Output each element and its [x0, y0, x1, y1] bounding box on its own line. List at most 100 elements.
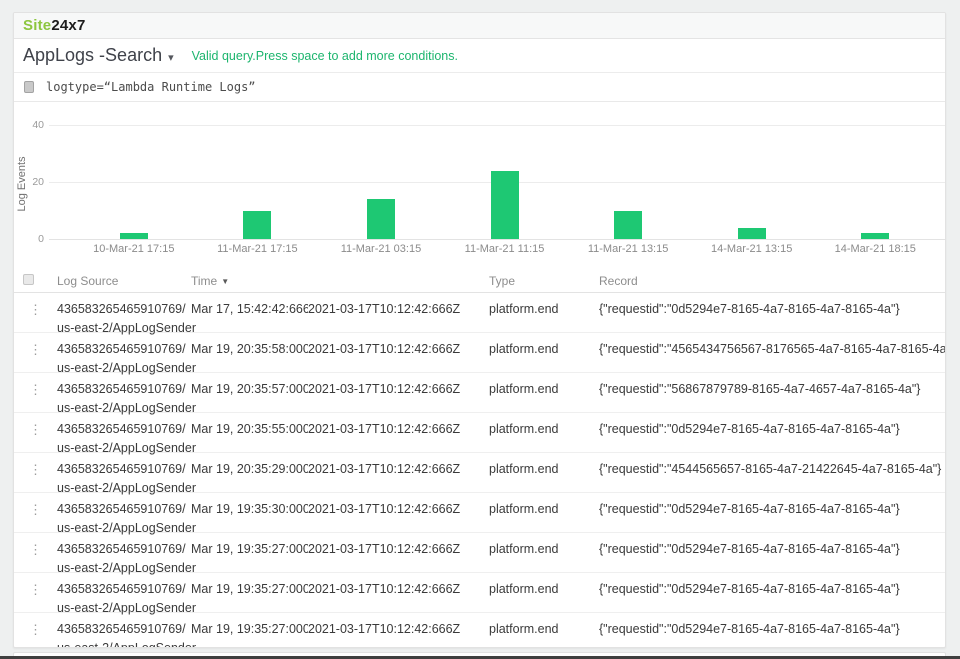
y-tick-20: 20 [14, 176, 44, 188]
x-tick-label: 11-Mar-21 13:15 [566, 243, 690, 255]
table-row[interactable]: ⋮436583265465910769/us-east-2/AppLogSend… [14, 413, 945, 453]
bar-slot [443, 125, 567, 239]
log-events-bar[interactable] [614, 211, 642, 240]
time-iso-cell: 2021-03-17T10:12:42:666Z [308, 293, 489, 338]
type-cell: platform.end [489, 293, 599, 338]
page-title: AppLogs -Search [23, 45, 162, 66]
x-tick-label: 11-Mar-21 11:15 [443, 243, 567, 255]
record-cell: {"requestid":"0d5294e7-8165-4a7-8165-4a7… [599, 533, 945, 578]
table-row[interactable]: ⋮436583265465910769/us-east-2/AppLogSend… [14, 373, 945, 413]
x-tick-label: 10-Mar-21 17:15 [72, 243, 196, 255]
log-events-chart: Log Events 02040 10-Mar-21 17:1511-Mar-2… [14, 102, 945, 269]
bar-slot [72, 125, 196, 239]
time-iso-cell: 2021-03-17T10:12:42:666Z [308, 573, 489, 618]
time-iso-cell: 2021-03-17T10:12:42:666Z [308, 613, 489, 648]
type-cell: platform.end [489, 453, 599, 498]
select-all-checkbox[interactable] [23, 274, 34, 285]
main-panel: Site24x7 AppLogs -Search ▾ Valid query.P… [13, 12, 946, 648]
type-cell: platform.end [489, 373, 599, 418]
site24x7-logo[interactable]: Site24x7 [23, 17, 85, 34]
table-row[interactable]: ⋮436583265465910769/us-east-2/AppLogSend… [14, 493, 945, 533]
log-source-cell: 436583265465910769/us-east-2/AppLogSende… [57, 333, 191, 378]
applogs-search-dropdown[interactable]: AppLogs -Search ▾ [23, 45, 174, 66]
row-menu-icon[interactable]: ⋮ [14, 493, 57, 538]
row-menu-icon[interactable]: ⋮ [14, 373, 57, 418]
type-cell: platform.end [489, 573, 599, 618]
table-row[interactable]: ⋮436583265465910769/us-east-2/AppLogSend… [14, 533, 945, 573]
bar-slot [690, 125, 814, 239]
log-source-line1: 436583265465910769/ [57, 380, 191, 399]
log-source-line1: 436583265465910769/ [57, 340, 191, 359]
query-bar[interactable]: logtype=“Lambda Runtime Logs” [14, 73, 945, 102]
time-local-cell: Mar 19, 19:35:27:000 [191, 573, 308, 618]
time-local-cell: Mar 19, 19:35:27:000 [191, 533, 308, 578]
type-cell: platform.end [489, 413, 599, 458]
log-source-line1: 436583265465910769/ [57, 580, 191, 599]
table-row[interactable]: ⋮436583265465910769/us-east-2/AppLogSend… [14, 333, 945, 373]
y-tick-0: 0 [14, 233, 44, 245]
table-row[interactable]: ⋮436583265465910769/us-east-2/AppLogSend… [14, 613, 945, 648]
row-menu-icon[interactable]: ⋮ [14, 293, 57, 338]
type-cell: platform.end [489, 493, 599, 538]
time-local-cell: Mar 19, 19:35:27:000 [191, 613, 308, 648]
query-input[interactable]: logtype=“Lambda Runtime Logs” [46, 80, 256, 94]
type-cell: platform.end [489, 333, 599, 378]
table-row[interactable]: ⋮436583265465910769/us-east-2/AppLogSend… [14, 573, 945, 613]
bar-slot [319, 125, 443, 239]
log-source-cell: 436583265465910769/us-east-2/AppLogSende… [57, 533, 191, 578]
log-source-cell: 436583265465910769/us-east-2/AppLogSende… [57, 413, 191, 458]
brand-bar: Site24x7 [14, 13, 945, 39]
time-local-cell: Mar 19, 20:35:57:000 [191, 373, 308, 418]
time-iso-cell: 2021-03-17T10:12:42:666Z [308, 533, 489, 578]
time-local-cell: Mar 19, 20:35:29:000 [191, 453, 308, 498]
time-iso-cell: 2021-03-17T10:12:42:666Z [308, 373, 489, 418]
y-tick-40: 40 [14, 119, 44, 131]
log-source-cell: 436583265465910769/us-east-2/AppLogSende… [57, 573, 191, 618]
x-tick-label: 11-Mar-21 03:15 [319, 243, 443, 255]
log-events-bar[interactable] [491, 171, 519, 239]
sort-caret-icon: ▼ [221, 277, 229, 286]
bar-slot [196, 125, 320, 239]
log-source-line1: 436583265465910769/ [57, 620, 191, 639]
log-source-line1: 436583265465910769/ [57, 420, 191, 439]
log-source-cell: 436583265465910769/us-east-2/AppLogSende… [57, 613, 191, 648]
title-bar: AppLogs -Search ▾ Valid query.Press spac… [14, 39, 945, 73]
time-local-cell: Mar 19, 20:35:58:000 [191, 333, 308, 378]
log-events-bar[interactable] [861, 233, 889, 239]
query-icon [24, 81, 34, 93]
table-row[interactable]: ⋮436583265465910769/us-east-2/AppLogSend… [14, 453, 945, 493]
bar-slot [566, 125, 690, 239]
record-cell: {"requestid":"56867879789-8165-4a7-4657-… [599, 373, 945, 418]
column-header-record: Record [599, 274, 945, 288]
x-tick-label: 11-Mar-21 17:15 [196, 243, 320, 255]
log-source-cell: 436583265465910769/us-east-2/AppLogSende… [57, 493, 191, 538]
chevron-down-icon: ▾ [168, 51, 174, 64]
column-header-time[interactable]: Time▼ [191, 274, 308, 288]
log-events-bar[interactable] [243, 211, 271, 240]
row-menu-icon[interactable]: ⋮ [14, 413, 57, 458]
time-iso-cell: 2021-03-17T10:12:42:666Z [308, 413, 489, 458]
row-menu-icon[interactable]: ⋮ [14, 573, 57, 618]
query-valid-message: Valid query.Press space to add more cond… [192, 49, 458, 63]
time-iso-cell: 2021-03-17T10:12:42:666Z [308, 453, 489, 498]
record-cell: {"requestid":"0d5294e7-8165-4a7-8165-4a7… [599, 413, 945, 458]
time-local-cell: Mar 17, 15:42:42:666 [191, 293, 308, 338]
log-source-line2: us-east-2/AppLogSender [57, 639, 191, 648]
table-row[interactable]: ⋮436583265465910769/us-east-2/AppLogSend… [14, 293, 945, 333]
row-menu-icon[interactable]: ⋮ [14, 613, 57, 648]
log-events-bar[interactable] [738, 228, 766, 239]
bar-slot [813, 125, 937, 239]
log-events-bar[interactable] [367, 199, 395, 239]
row-menu-icon[interactable]: ⋮ [14, 533, 57, 578]
log-events-bar[interactable] [120, 233, 148, 239]
type-cell: platform.end [489, 533, 599, 578]
record-cell: {"requestid":"4544565657-8165-4a7-214226… [599, 453, 945, 498]
record-cell: {"requestid":"0d5294e7-8165-4a7-8165-4a7… [599, 613, 945, 648]
row-menu-icon[interactable]: ⋮ [14, 453, 57, 498]
log-source-line1: 436583265465910769/ [57, 500, 191, 519]
record-cell: {"requestid":"0d5294e7-8165-4a7-8165-4a7… [599, 493, 945, 538]
x-tick-label: 14-Mar-21 13:15 [690, 243, 814, 255]
row-menu-icon[interactable]: ⋮ [14, 333, 57, 378]
time-iso-cell: 2021-03-17T10:12:42:666Z [308, 333, 489, 378]
record-cell: {"requestid":"0d5294e7-8165-4a7-8165-4a7… [599, 293, 945, 338]
